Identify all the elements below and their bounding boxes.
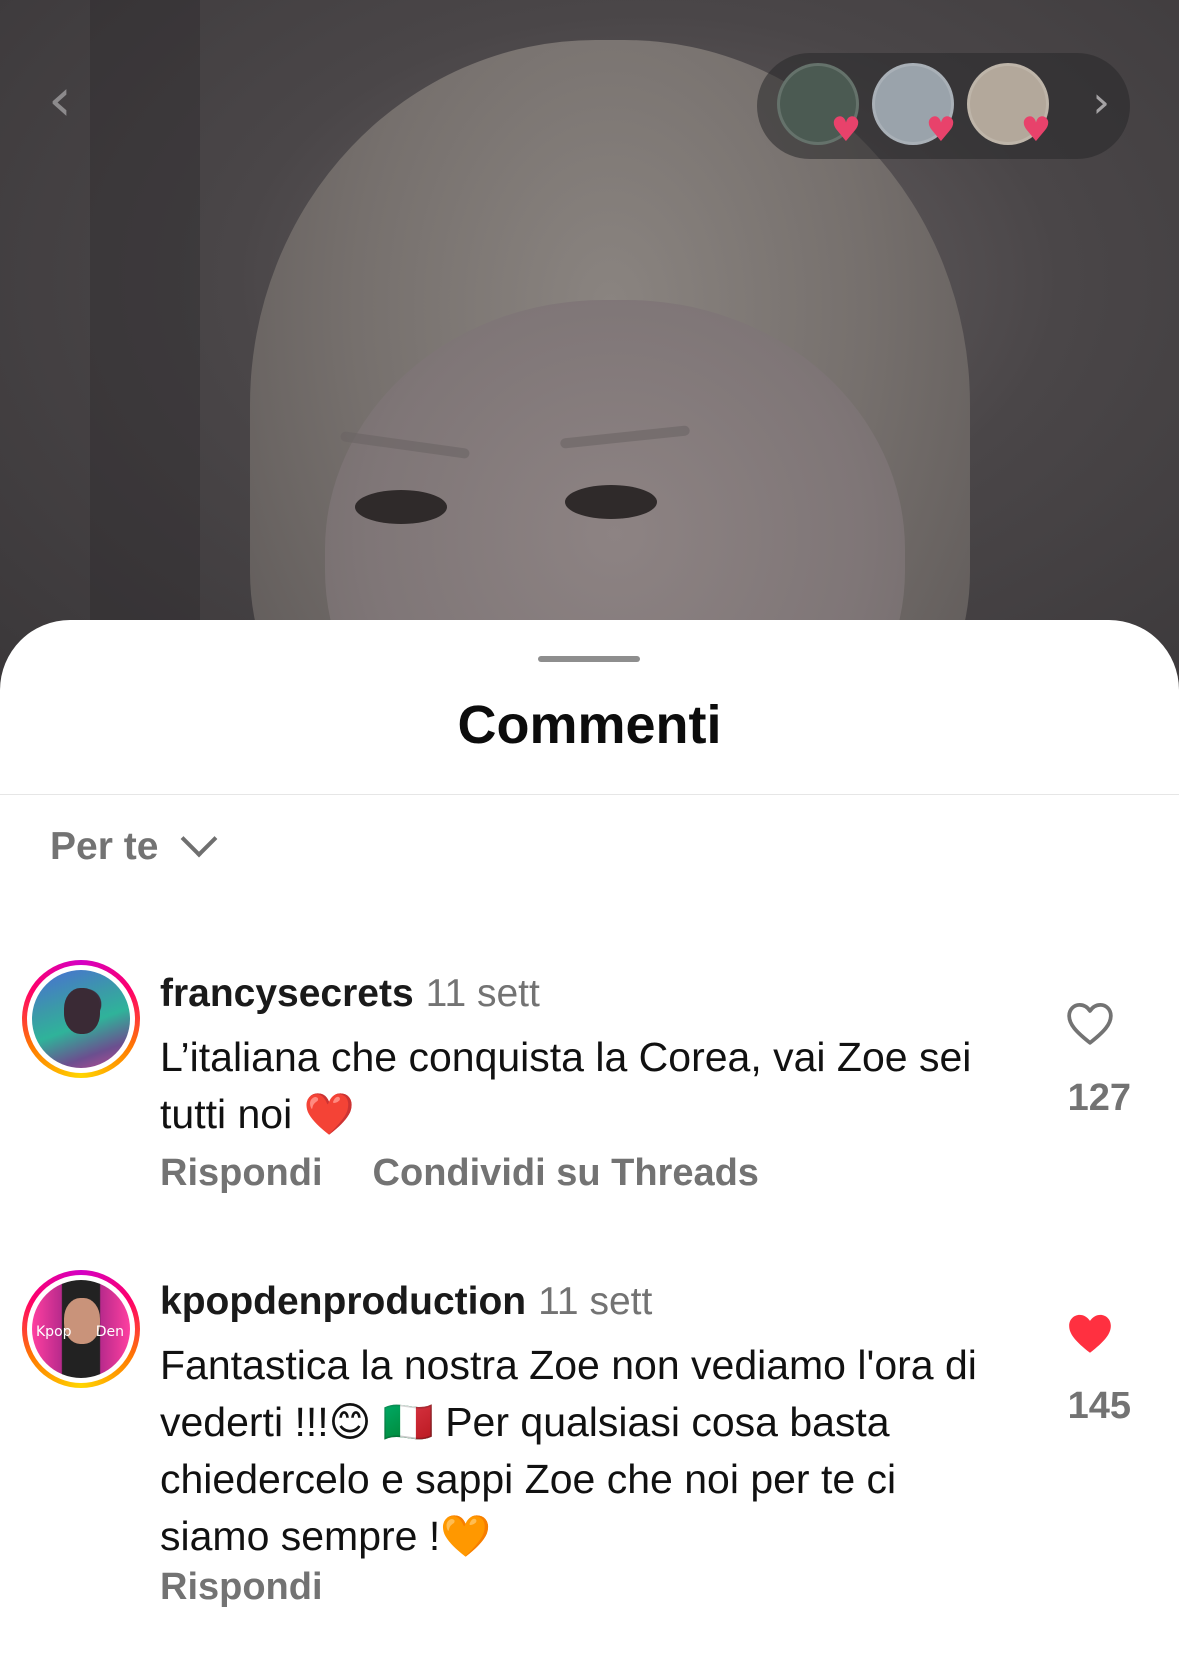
chevron-down-icon — [181, 820, 218, 858]
like-count: 127 — [1067, 1077, 1131, 1119]
comment-actions: Rispondi — [160, 1566, 323, 1609]
reply-button[interactable]: Rispondi — [160, 1566, 323, 1609]
background-wall — [90, 0, 200, 700]
liker-avatar-3[interactable]: ♥ — [967, 63, 1051, 148]
like-button[interactable] — [1065, 1000, 1123, 1056]
sort-label: Per te — [50, 825, 159, 868]
comment-username-line: kpopdenproduction 11 sett — [160, 1280, 652, 1324]
comment-username-line: francysecrets 11 sett — [160, 972, 540, 1016]
chevron-right-icon[interactable]: › — [1092, 77, 1110, 129]
liked-by-avatars[interactable]: ♥ ♥ ♥ › — [757, 53, 1130, 159]
avatar[interactable]: Kpop Den — [22, 1270, 140, 1388]
avatar-image: Kpop Den — [32, 1280, 130, 1378]
comment-time: 11 sett — [425, 972, 540, 1015]
heart-icon: ♥ — [830, 110, 862, 150]
header-divider — [0, 794, 1179, 795]
sheet-title: Commenti — [457, 695, 722, 755]
sheet-grabber-handle[interactable] — [538, 656, 640, 662]
comment-username[interactable]: francysecrets — [160, 972, 414, 1015]
avatar[interactable] — [22, 960, 140, 1078]
left-eye — [355, 490, 447, 524]
reply-button[interactable]: Rispondi — [160, 1152, 323, 1195]
heart-icon: ♥ — [1020, 110, 1052, 150]
comment-actions: Rispondi Condividi su Threads — [160, 1152, 759, 1195]
back-chevron-icon[interactable]: ‹ — [48, 70, 98, 130]
avatar-label: Den — [95, 1324, 124, 1340]
sort-dropdown[interactable]: Per te — [50, 820, 218, 869]
comment-text: L’italiana che conquista la Corea, vai Z… — [160, 1034, 972, 1137]
right-eye — [565, 485, 657, 519]
liker-avatar-2[interactable]: ♥ — [872, 63, 956, 148]
comment-time: 11 sett — [538, 1280, 653, 1323]
like-count: 145 — [1067, 1385, 1131, 1427]
comment-username[interactable]: kpopdenproduction — [160, 1280, 526, 1323]
heart-outline-icon — [1067, 1003, 1113, 1045]
like-button[interactable] — [1065, 1310, 1123, 1366]
comments-sheet: Commenti Per te francysecrets 11 sett L’i… — [0, 620, 1179, 1680]
comment-text: Fantastica la nostra Zoe non vediamo l'o… — [160, 1342, 977, 1559]
liker-avatar-1[interactable]: ♥ — [777, 63, 861, 148]
share-threads-button[interactable]: Condividi su Threads — [373, 1152, 759, 1195]
avatar-image — [32, 970, 130, 1068]
avatar-label: Kpop — [36, 1324, 72, 1340]
heart-icon: ♥ — [925, 110, 957, 150]
heart-filled-icon — [1069, 1314, 1111, 1353]
